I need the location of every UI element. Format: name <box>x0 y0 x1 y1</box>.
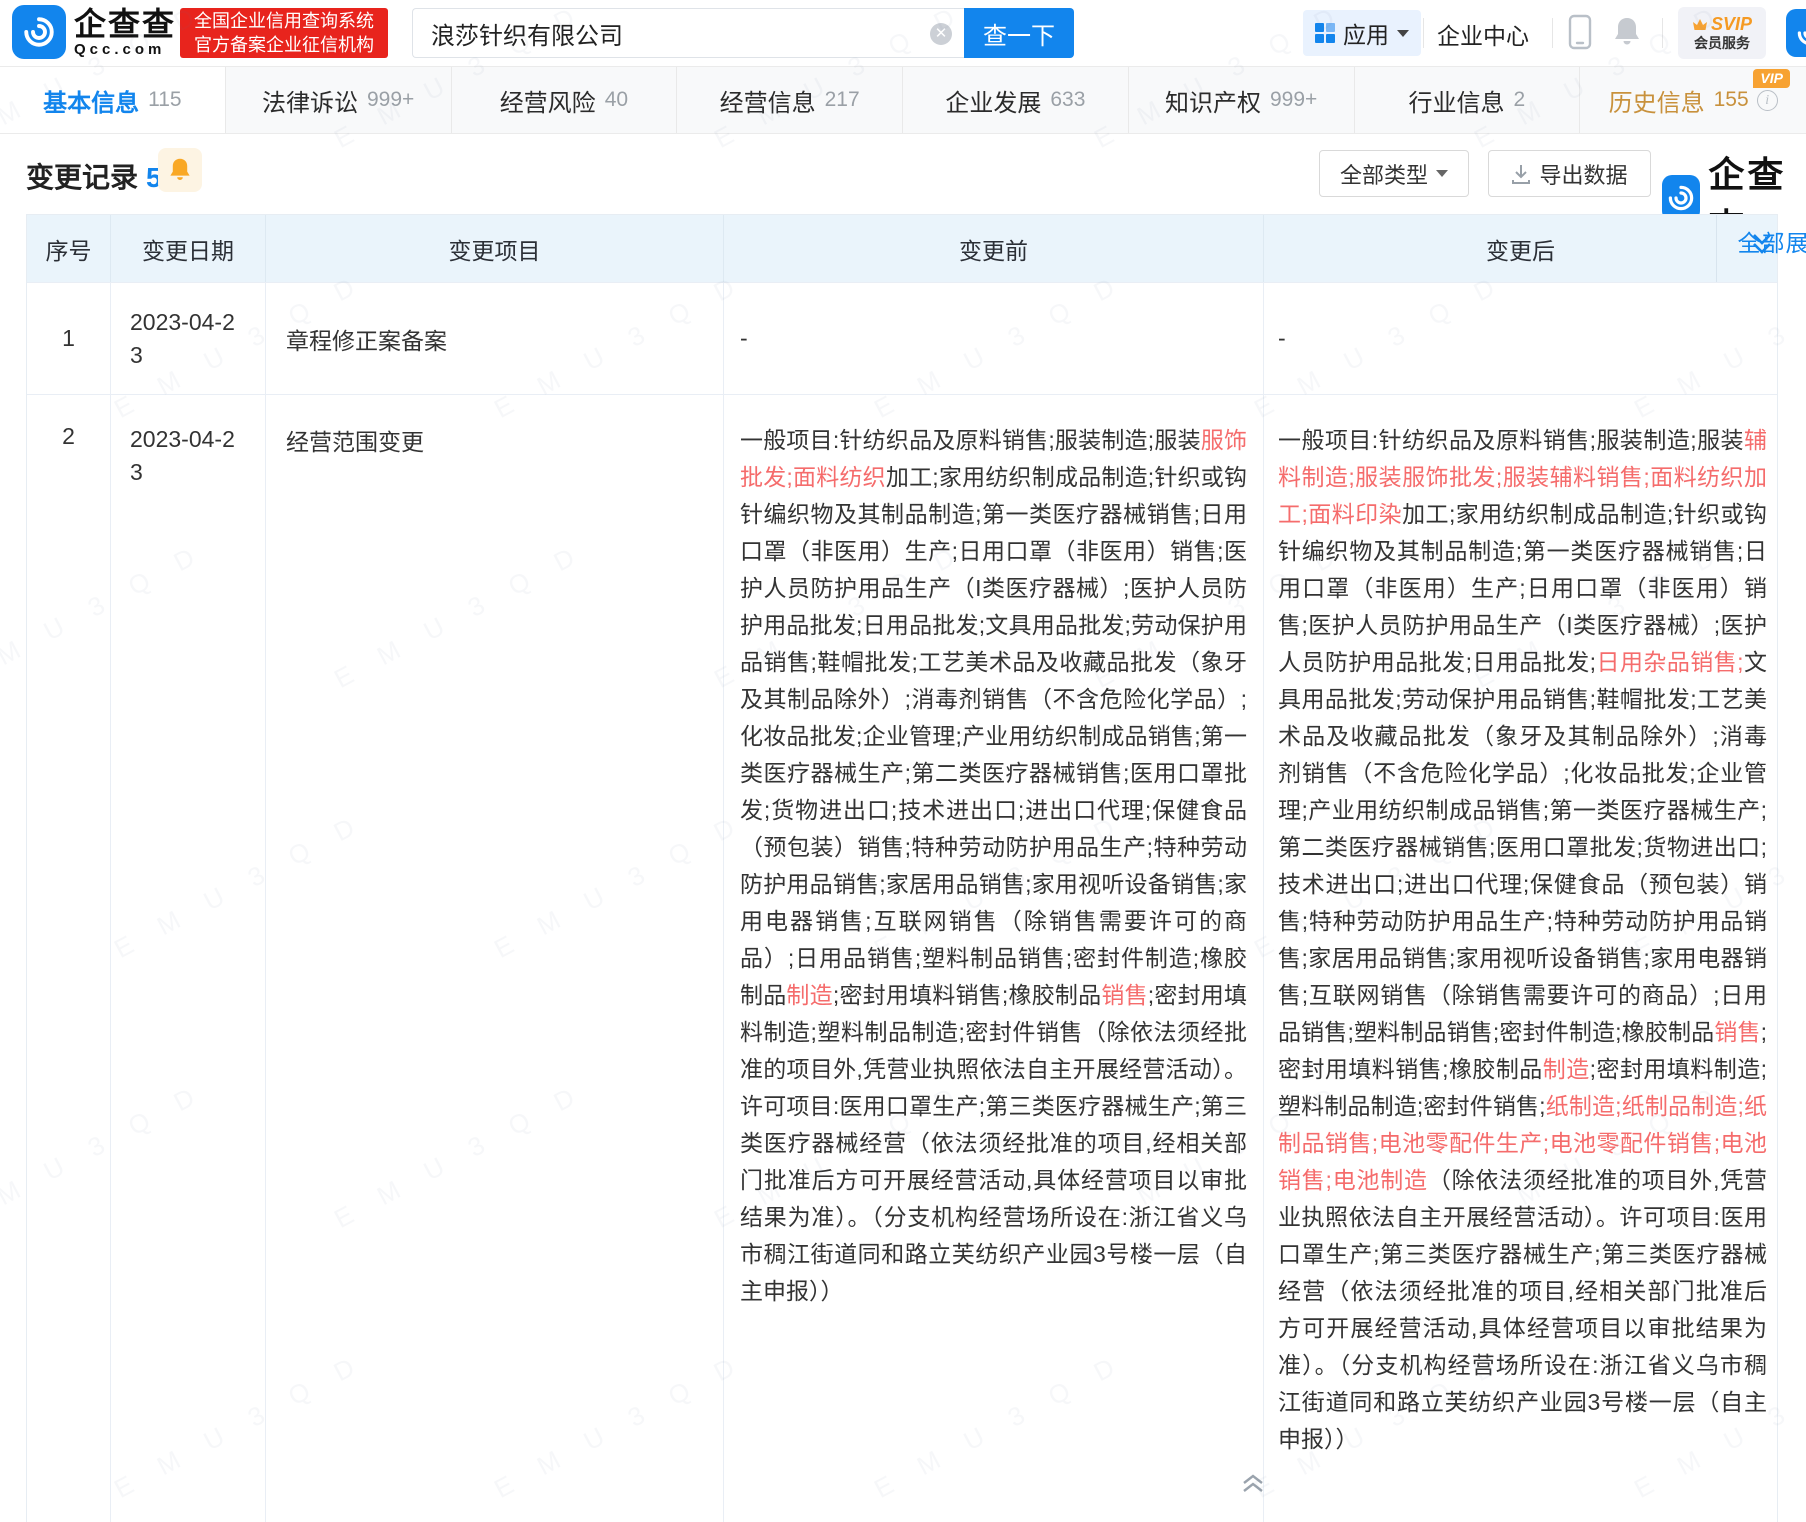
chevron-down-icon <box>1436 170 1448 177</box>
export-data-button[interactable]: 导出数据 <box>1488 150 1651 197</box>
qcc-float-logo-icon[interactable] <box>1786 9 1806 57</box>
divider <box>1552 18 1553 48</box>
tab-operation-info[interactable]: 经营信息217 <box>677 67 903 133</box>
svip-sublabel: 会员服务 <box>1694 34 1750 52</box>
change-date: 2023-04-23 <box>130 423 246 1522</box>
row-no: 2 <box>27 395 111 1522</box>
bell-icon <box>168 157 192 183</box>
divider <box>1423 18 1424 48</box>
col-header-before: 变更前 <box>724 215 1264 282</box>
tab-basic-info[interactable]: 基本信息115 <box>0 67 226 133</box>
col-header-date: 变更日期 <box>111 215 266 282</box>
search-button[interactable]: 查一下 <box>964 8 1074 58</box>
apps-grid-icon <box>1315 23 1335 43</box>
row-no: 1 <box>27 283 111 394</box>
qcc-logo[interactable]: 企查查 Qcc.com <box>12 5 176 59</box>
enterprise-center-link[interactable]: 企业中心 <box>1437 17 1529 51</box>
top-header: 企查查 Qcc.com 全国企业信用查询系统 官方备案企业征信机构 浪莎针织有限… <box>0 0 1806 66</box>
tab-industry-info[interactable]: 行业信息2 <box>1355 67 1581 133</box>
change-records-table: 序号 变更日期 变更项目 变更前 变更后 1 2023-04-23 章程修正案备… <box>26 214 1778 1522</box>
divider <box>1662 18 1663 48</box>
logo-title: 企查查 <box>74 7 176 41</box>
col-header-after: 变更后 <box>1264 215 1777 282</box>
svip-label: SVIP <box>1711 14 1752 34</box>
before-value: - <box>740 320 748 357</box>
table-header-row: 序号 变更日期 变更项目 变更前 变更后 <box>27 215 1777 282</box>
before-value: 一般项目:针纺织品及原料销售;服装制造;服装服饰批发;面料纺织加工;家用纺织制成… <box>724 395 1263 1310</box>
vip-tag: VIP <box>1753 69 1790 88</box>
table-row: 2 2023-04-23 经营范围变更 一般项目:针纺织品及原料销售;服装制造;… <box>27 394 1777 1522</box>
chevron-down-icon <box>1397 30 1409 37</box>
search-bar: 浪莎针织有限公司 ✕ 查一下 <box>412 8 1074 58</box>
gov-badge-line1: 全国企业信用查询系统 <box>180 9 388 33</box>
qcc-logo-icon <box>12 5 66 59</box>
download-icon <box>1511 163 1531 185</box>
table-row: 1 2023-04-23 章程修正案备案 - - <box>27 282 1777 394</box>
double-chevron-down-icon[interactable] <box>1750 231 1774 257</box>
tab-legal-litigation[interactable]: 法律诉讼999+ <box>226 67 452 133</box>
col-header-item: 变更项目 <box>266 215 724 282</box>
apps-label: 应用 <box>1343 16 1389 50</box>
tab-operation-risk[interactable]: 经营风险40 <box>452 67 678 133</box>
apps-menu[interactable]: 应用 <box>1303 10 1421 56</box>
search-input-box[interactable]: 浪莎针织有限公司 ✕ <box>412 8 964 58</box>
section-title: 变更记录58 <box>26 156 177 196</box>
logo-domain: Qcc.com <box>74 41 176 58</box>
search-input[interactable]: 浪莎针织有限公司 <box>413 16 623 51</box>
change-item: 经营范围变更 <box>266 395 724 1522</box>
expand-all-column: 全部展开 <box>1716 215 1777 282</box>
company-tab-bar: 基本信息115 法律诉讼999+ 经营风险40 经营信息217 企业发展633 … <box>0 66 1806 134</box>
tab-company-development[interactable]: 企业发展633 <box>903 67 1129 133</box>
col-header-no: 序号 <box>27 215 111 282</box>
gov-credit-badge: 全国企业信用查询系统 官方备案企业征信机构 <box>180 8 388 58</box>
svip-membership-badge[interactable]: SVIP 会员服务 <box>1678 7 1766 59</box>
gov-badge-line2: 官方备案企业征信机构 <box>180 33 388 57</box>
type-filter-dropdown[interactable]: 全部类型 <box>1319 150 1469 197</box>
after-value: 一般项目:针纺织品及原料销售;服装制造;服装辅料制造;服装服饰批发;服装辅料销售… <box>1264 395 1777 1458</box>
collapse-row-double-chevron-up-icon[interactable] <box>1240 1472 1266 1494</box>
change-item: 章程修正案备案 <box>266 283 724 394</box>
mobile-app-icon[interactable] <box>1568 14 1592 57</box>
change-date: 2023-04-23 <box>130 306 246 372</box>
clear-search-icon[interactable]: ✕ <box>930 23 952 45</box>
after-value: - <box>1278 320 1286 357</box>
crown-icon <box>1692 18 1708 31</box>
tab-intellectual-property[interactable]: 知识产权999+ <box>1129 67 1355 133</box>
subscribe-bell-button[interactable] <box>158 148 202 192</box>
tab-history-info[interactable]: VIP 历史信息155 i <box>1580 67 1806 133</box>
notification-bell-icon[interactable] <box>1612 16 1642 53</box>
info-icon[interactable]: i <box>1757 90 1778 111</box>
